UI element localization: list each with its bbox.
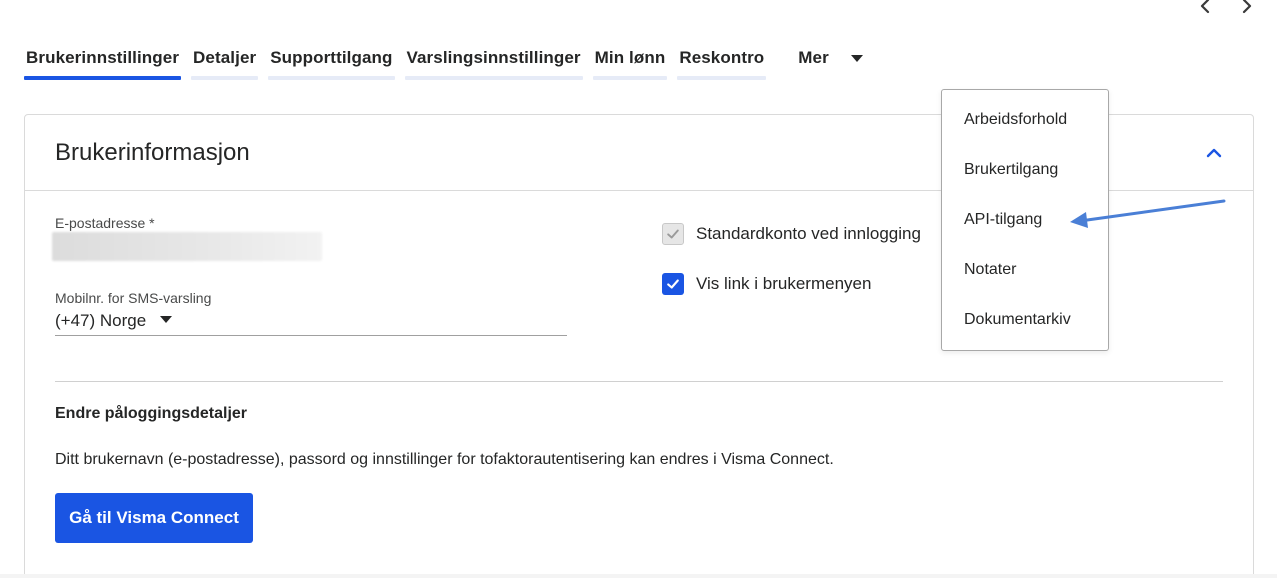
email-label: E-postadresse * [55,215,155,231]
show-link-checkbox-row[interactable]: Vis link i brukermenyen [662,273,871,295]
menu-item-arbeidsforhold[interactable]: Arbeidsforhold [942,95,1108,145]
menu-item-dokumentarkiv[interactable]: Dokumentarkiv [942,295,1108,345]
tab-varslingsinnstillinger[interactable]: Varslingsinnstillinger [404,46,583,80]
chevron-up-icon[interactable] [1205,144,1223,162]
login-details-title: Endre påloggingsdetaljer [55,405,248,422]
tab-label: Detaljer [193,48,257,67]
phone-label: Mobilnr. for SMS-varsling [55,290,212,306]
caret-down-icon [160,316,173,323]
checkmark-icon [667,279,679,289]
phone-country-select[interactable]: (+47) Norge [55,306,567,336]
default-account-checkbox[interactable] [662,223,684,245]
tab-underline [404,76,583,80]
tab-supporttilgang[interactable]: Supporttilgang [268,46,395,80]
visma-connect-button[interactable]: Gå til Visma Connect [55,493,253,543]
tab-label: Varslingsinnstillinger [406,48,581,67]
show-link-checkbox[interactable] [662,273,684,295]
tab-more[interactable]: Mer [796,46,863,76]
tab-underline [268,76,395,80]
tab-reskontro[interactable]: Reskontro [677,46,767,80]
tab-scroll-arrows [1197,0,1255,14]
default-account-label: Standardkonto ved innlogging [696,224,921,243]
tab-label: Reskontro [679,48,765,67]
tab-brukerinnstillinger[interactable]: Brukerinnstillinger [24,46,182,80]
tab-underline [592,76,668,80]
section-divider [55,381,1223,382]
tab-label: Supporttilgang [270,48,393,67]
tab-underline-active [24,76,182,80]
phone-country-value: (+47) Norge [55,310,147,330]
more-dropdown-menu: Arbeidsforhold Brukertilgang API-tilgang… [941,89,1109,351]
tab-detaljer[interactable]: Detaljer [191,46,259,80]
menu-item-api-tilgang[interactable]: API-tilgang [942,195,1108,245]
tab-underline [191,76,259,80]
chevron-left-icon[interactable] [1197,0,1213,14]
menu-item-notater[interactable]: Notater [942,245,1108,295]
menu-item-brukertilgang[interactable]: Brukertilgang [942,145,1108,195]
tab-underline [677,76,767,80]
show-link-label: Vis link i brukermenyen [696,274,872,293]
bottom-scroll-edge [0,574,1277,578]
tab-label: Brukerinnstillinger [26,48,180,67]
card-title: Brukerinformasjon [55,138,250,166]
checkmark-icon [667,229,679,239]
default-account-checkbox-row[interactable]: Standardkonto ved innlogging [662,223,921,245]
email-value-redacted [52,232,322,261]
login-details-text: Ditt brukernavn (e-postadresse), passord… [55,451,834,468]
tab-min-lonn[interactable]: Min lønn [592,46,668,80]
chevron-right-icon[interactable] [1239,0,1255,14]
tab-label: Min lønn [594,48,666,67]
caret-down-icon [850,54,863,62]
tab-bar: Brukerinnstillinger Detaljer Supporttilg… [24,46,863,80]
tab-more-label: Mer [798,48,829,67]
